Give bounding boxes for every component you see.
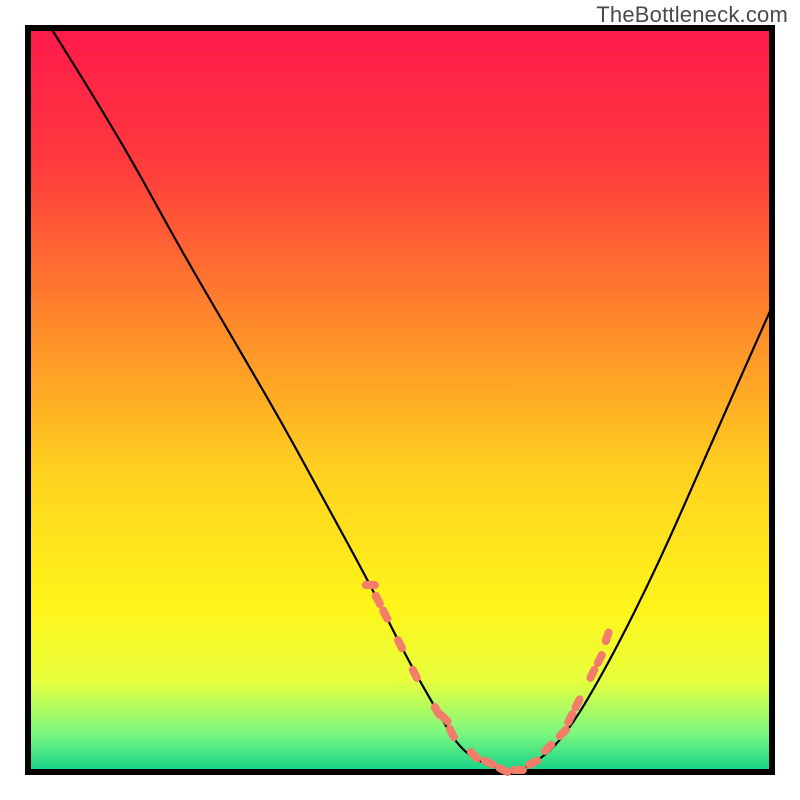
highlight-dot bbox=[560, 730, 566, 736]
highlight-dot bbox=[441, 715, 447, 721]
highlight-dot bbox=[471, 752, 477, 758]
highlight-dot bbox=[398, 640, 402, 648]
highlight-dot bbox=[529, 761, 537, 765]
bottleneck-plot bbox=[0, 0, 800, 800]
highlight-dot bbox=[568, 714, 572, 722]
highlight-dot bbox=[383, 611, 387, 619]
highlight-dot bbox=[413, 670, 417, 678]
highlight-dot bbox=[450, 729, 454, 737]
highlight-dot bbox=[590, 670, 594, 678]
highlight-dot bbox=[545, 745, 551, 751]
highlight-dot bbox=[576, 699, 580, 707]
highlight-dot bbox=[606, 633, 609, 642]
highlight-dot bbox=[500, 768, 508, 772]
highlight-dot bbox=[598, 655, 602, 663]
chart-canvas: TheBottleneck.com bbox=[0, 0, 800, 800]
highlight-dot bbox=[376, 596, 380, 604]
gradient-background bbox=[30, 30, 770, 770]
highlight-dot bbox=[485, 761, 493, 765]
